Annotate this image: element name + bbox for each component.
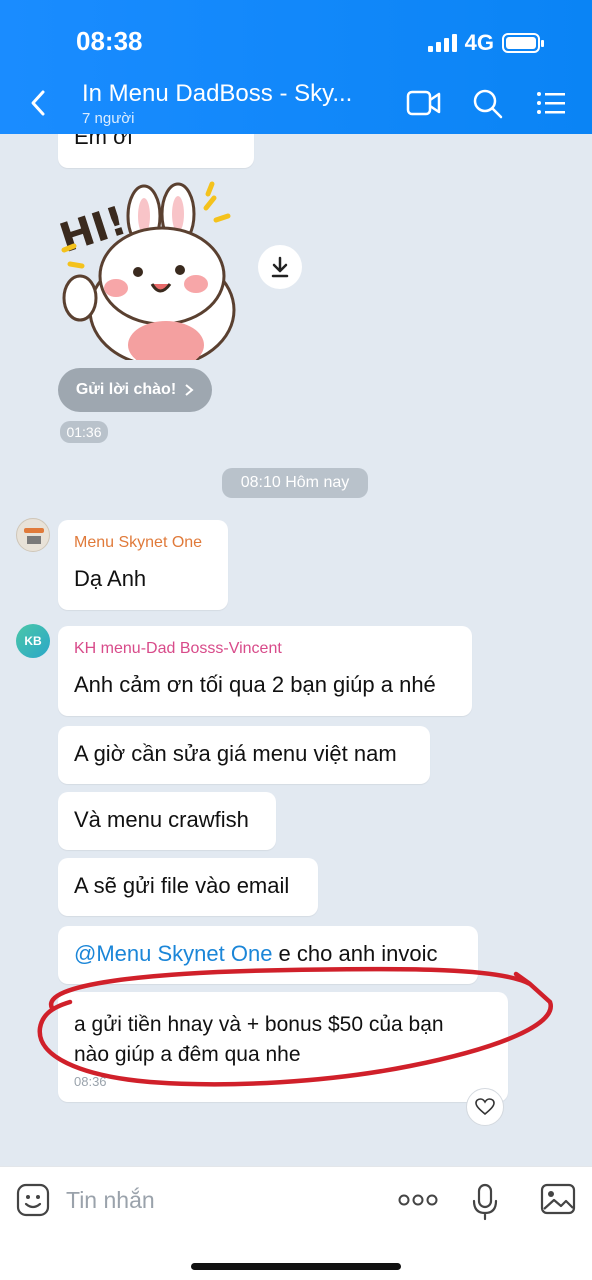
- message-bubble[interactable]: A sẽ gửi file vào email: [58, 858, 318, 916]
- message-bubble[interactable]: Em ơi: [58, 134, 254, 168]
- react-heart-button[interactable]: [466, 1088, 504, 1126]
- message-text: Và menu crawfish: [74, 807, 249, 832]
- sender-name: KH menu-Dad Bosss-Vincent: [74, 640, 282, 657]
- message-bubble[interactable]: KH menu-Dad Bosss-Vincent Anh cảm ơn tối…: [58, 626, 472, 716]
- timestamp: 01:36: [60, 421, 108, 443]
- message-text: Anh cảm ơn tối qua 2 bạn giúp a nhé: [74, 672, 436, 697]
- message-text: A sẽ gửi file vào email: [74, 873, 290, 898]
- message-text: Em ơi: [74, 134, 133, 149]
- message-text: a gửi tiền hnay và + bonus $50 của bạn n…: [74, 1010, 444, 1070]
- home-indicator: [191, 1263, 401, 1270]
- message-text: A giờ cần sửa giá menu việt nam: [74, 741, 397, 766]
- image-picker-icon[interactable]: [540, 1183, 576, 1215]
- greeting-label: Gửi lời chào!: [75, 381, 177, 398]
- signal-icon: [427, 34, 457, 52]
- download-icon: [271, 256, 289, 278]
- heart-icon: [475, 1098, 495, 1116]
- date-divider: 08:10 Hôm nay: [222, 468, 368, 498]
- message-time: 08:36: [74, 1074, 107, 1089]
- avatar[interactable]: [16, 518, 50, 552]
- avatar[interactable]: KB: [16, 624, 50, 658]
- message-list[interactable]: Em ơi HI! Gửi lời chào! 01:36 08:10 Hôm …: [0, 134, 592, 1166]
- back-button[interactable]: [28, 88, 48, 118]
- chevron-right-icon: [185, 384, 194, 396]
- message-bubble[interactable]: Và menu crawfish: [58, 792, 276, 850]
- sender-name: Menu Skynet One: [74, 534, 203, 551]
- status-indicators: 4G: [427, 30, 544, 56]
- member-count: 7 người: [82, 110, 135, 127]
- message-bubble[interactable]: A giờ cần sửa giá menu việt nam: [58, 726, 430, 784]
- message-text: @Menu Skynet One e cho anh invoic: [74, 941, 438, 967]
- network-label: 4G: [464, 30, 494, 55]
- search-icon[interactable]: [472, 88, 504, 120]
- message-input[interactable]: Tin nhắn: [66, 1187, 155, 1214]
- mention-link[interactable]: @Menu Skynet One: [74, 941, 272, 966]
- chat-title[interactable]: In Menu DadBoss - Sky...: [82, 80, 372, 108]
- download-button[interactable]: [258, 245, 302, 289]
- battery-icon: [502, 33, 544, 53]
- status-time: 08:38: [76, 26, 143, 56]
- microphone-icon[interactable]: [472, 1183, 498, 1221]
- hi-bunny-sticker[interactable]: HI!: [56, 180, 248, 360]
- message-bubble[interactable]: a gửi tiền hnay và + bonus $50 của bạn n…: [58, 992, 508, 1102]
- message-line: a gửi tiền hnay và + bonus $50 của bạn: [74, 1013, 444, 1036]
- send-greeting-button[interactable]: Gửi lời chào!: [58, 368, 212, 412]
- message-bubble[interactable]: Menu Skynet One Dạ Anh: [58, 520, 228, 610]
- message-bubble[interactable]: @Menu Skynet One e cho anh invoic: [58, 926, 478, 984]
- message-text: Dạ Anh: [74, 566, 147, 591]
- sticker-icon[interactable]: [16, 1183, 50, 1217]
- skynet-logo-icon: [24, 528, 44, 544]
- menu-list-icon[interactable]: [536, 88, 566, 118]
- more-options-icon[interactable]: [398, 1193, 438, 1207]
- chat-header: 08:38 4G In Menu DadBoss - Sky... 7 ngườ…: [0, 0, 592, 134]
- video-call-icon[interactable]: [406, 88, 442, 118]
- message-text-rest: e cho anh invoic: [272, 941, 438, 966]
- message-line: nào giúp a đêm qua nhe: [74, 1043, 301, 1066]
